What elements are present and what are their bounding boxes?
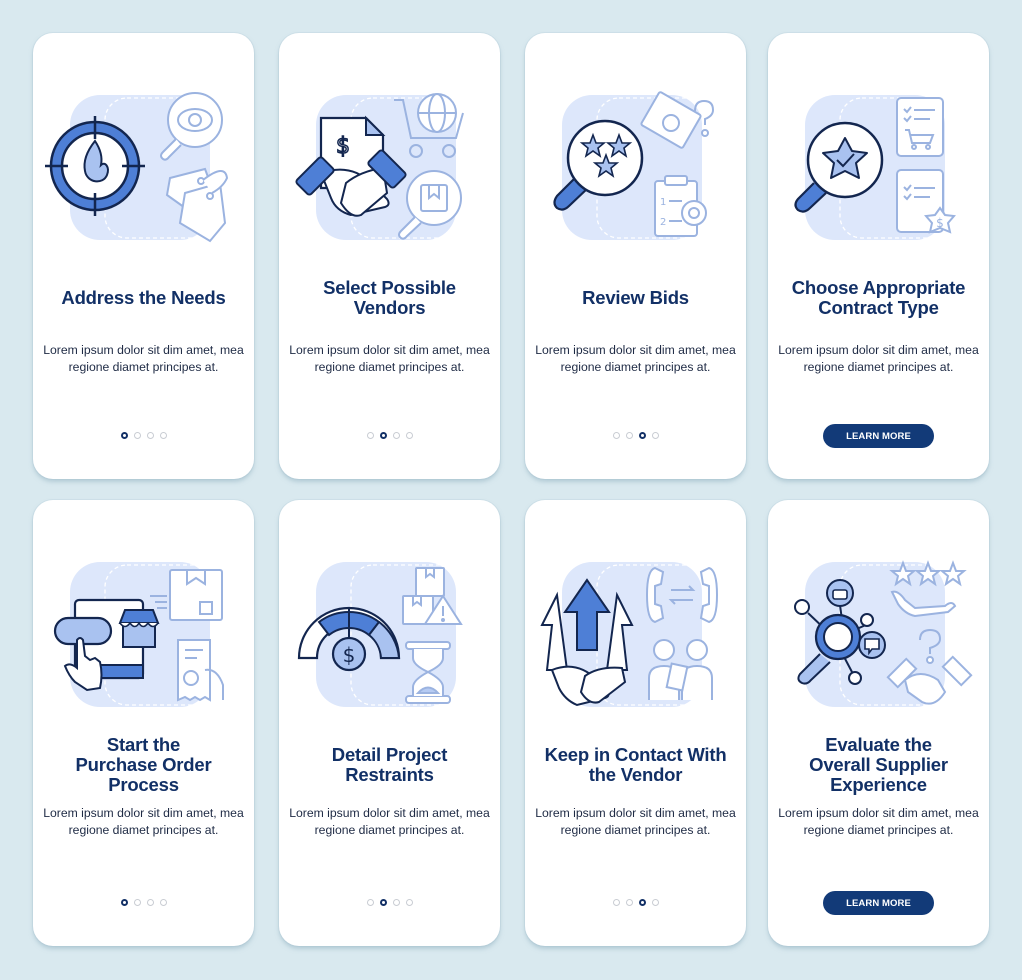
page-dot-3[interactable] xyxy=(638,432,646,439)
checklist-cart-icon xyxy=(896,97,944,157)
receipt-hand-icon xyxy=(177,639,224,702)
page-dot-1[interactable] xyxy=(120,899,128,906)
page-dot-3[interactable] xyxy=(146,899,154,906)
illustration: $ xyxy=(291,550,491,720)
onboarding-screen-3: 1 2 Review Bids Lorem ipsum dolor sit di… xyxy=(525,33,746,479)
screen-title: Select Possible Vendors xyxy=(323,277,456,318)
screen-description: Lorem ipsum dolor sit dim amet, mea regi… xyxy=(778,806,979,837)
screen-description: Lorem ipsum dolor sit dim amet, mea regi… xyxy=(289,343,490,374)
svg-text:$: $ xyxy=(336,134,350,159)
page-dot-4[interactable] xyxy=(159,432,167,439)
screen-title: Evaluate the Overall Supplier Experience xyxy=(809,734,948,795)
svg-text:1: 1 xyxy=(660,197,666,208)
screen-description: Lorem ipsum dolor sit dim amet, mea regi… xyxy=(43,806,244,837)
page-dot-1[interactable] xyxy=(612,899,620,906)
page-dot-2[interactable] xyxy=(379,899,387,906)
svg-text:$: $ xyxy=(936,216,944,230)
screen-description: Lorem ipsum dolor sit dim amet, mea regi… xyxy=(535,806,736,837)
page-dot-4[interactable] xyxy=(405,432,413,439)
pagination-dots xyxy=(33,899,254,906)
onboarding-screen-7: Keep in Contact With the Vendor Lorem ip… xyxy=(525,500,746,946)
onboarding-screen-1: Address the Needs Lorem ipsum dolor sit … xyxy=(33,33,254,479)
illustration: $ xyxy=(780,83,980,253)
illustration xyxy=(45,550,245,720)
screen-description: Lorem ipsum dolor sit dim amet, mea regi… xyxy=(289,806,490,837)
screen-title: Detail Project Restraints xyxy=(331,744,448,785)
page-dot-4[interactable] xyxy=(651,432,659,439)
page-dot-4[interactable] xyxy=(651,899,659,906)
pagination-dots xyxy=(33,432,254,439)
page-dot-3[interactable] xyxy=(638,899,646,906)
illustration xyxy=(45,83,245,253)
screen-description: Lorem ipsum dolor sit dim amet, mea regi… xyxy=(43,343,244,374)
page-dot-2[interactable] xyxy=(625,899,633,906)
page-dot-2[interactable] xyxy=(379,432,387,439)
handshake-arrows-icon xyxy=(540,578,634,707)
screen-description: Lorem ipsum dolor sit dim amet, mea regi… xyxy=(778,343,979,374)
illustration: $ xyxy=(291,83,491,253)
learn-more-button[interactable]: LEARN MORE xyxy=(823,891,934,915)
screen-title: Start the Purchase Order Process xyxy=(75,734,212,795)
pagination-dots xyxy=(525,432,746,439)
page-dot-2[interactable] xyxy=(625,432,633,439)
onboarding-screen-8: Evaluate the Overall Supplier Experience… xyxy=(768,500,989,946)
page-dot-1[interactable] xyxy=(366,899,374,906)
pagination-dots xyxy=(279,899,500,906)
illustration: 1 2 xyxy=(537,83,737,253)
screen-title: Choose Appropriate Contract Type xyxy=(791,277,966,318)
illustration xyxy=(780,550,980,720)
pagination-dots xyxy=(279,432,500,439)
illustration xyxy=(537,550,737,720)
screen-title: Address the Needs xyxy=(61,287,226,308)
page-dot-1[interactable] xyxy=(612,432,620,439)
page-dot-2[interactable] xyxy=(133,899,141,906)
svg-text:$: $ xyxy=(343,643,356,667)
page-dot-4[interactable] xyxy=(405,899,413,906)
onboarding-screen-2: $ Select Possible Vendors Lorem ipsum do… xyxy=(279,33,500,479)
screen-title: Keep in Contact With the Vendor xyxy=(544,744,727,785)
page-dot-3[interactable] xyxy=(146,432,154,439)
page-dot-3[interactable] xyxy=(392,432,400,439)
onboarding-screen-6: $ Detail Project Restraints Lorem ipsum … xyxy=(279,500,500,946)
checklist-dollar-icon: $ xyxy=(896,169,956,234)
page-dot-4[interactable] xyxy=(159,899,167,906)
onboarding-screen-4: $ Choose Appropriate Contract Type Lorem… xyxy=(768,33,989,479)
screen-title: Review Bids xyxy=(582,287,689,308)
pagination-dots xyxy=(525,899,746,906)
page-dot-2[interactable] xyxy=(133,432,141,439)
page-dot-1[interactable] xyxy=(120,432,128,439)
screen-description: Lorem ipsum dolor sit dim amet, mea regi… xyxy=(535,343,736,374)
svg-text:2: 2 xyxy=(660,217,666,228)
page-dot-1[interactable] xyxy=(366,432,374,439)
page-dot-3[interactable] xyxy=(392,899,400,906)
onboarding-screen-5: Start the Purchase Order Process Lorem i… xyxy=(33,500,254,946)
learn-more-button[interactable]: LEARN MORE xyxy=(823,424,934,448)
